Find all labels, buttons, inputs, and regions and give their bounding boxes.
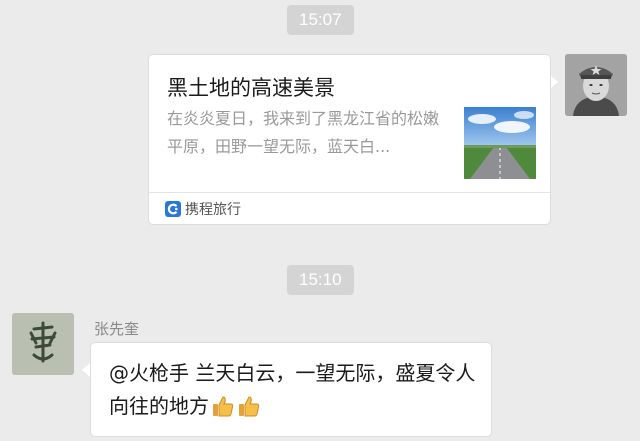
thumbs-up-icon bbox=[237, 394, 261, 428]
sender-avatar[interactable] bbox=[12, 313, 74, 375]
link-card-source: 携程旅行 bbox=[165, 198, 241, 220]
sender-name: 张先奎 bbox=[94, 320, 140, 338]
thumbs-up-icon bbox=[211, 394, 235, 428]
link-card-title: 黑土地的高速美景 bbox=[167, 76, 335, 100]
my-avatar[interactable] bbox=[565, 54, 627, 116]
link-card-source-label: 携程旅行 bbox=[185, 202, 241, 218]
link-card-thumbnail bbox=[464, 107, 536, 179]
shared-link-card[interactable]: 黑土地的高速美景 在炎炎夏日，我来到了黑龙江省的松嫩平原，田野一望无际，蓝天白.… bbox=[148, 54, 551, 225]
reply-message-content: @火枪手 兰天白云，一望无际，盛夏令人向往的地方 bbox=[109, 361, 476, 418]
reply-message-text: @火枪手 兰天白云，一望无际，盛夏令人向往的地方 bbox=[109, 357, 479, 428]
ctrip-logo-icon bbox=[165, 201, 181, 217]
timestamp-pill: 15:07 bbox=[287, 5, 354, 35]
link-card-description: 在炎炎夏日，我来到了黑龙江省的松嫩平原，田野一望无际，蓝天白... bbox=[167, 109, 440, 156]
card-divider bbox=[149, 192, 550, 193]
timestamp-pill: 15:10 bbox=[287, 265, 354, 295]
reply-message-bubble[interactable]: @火枪手 兰天白云，一望无际，盛夏令人向往的地方 bbox=[90, 342, 492, 437]
